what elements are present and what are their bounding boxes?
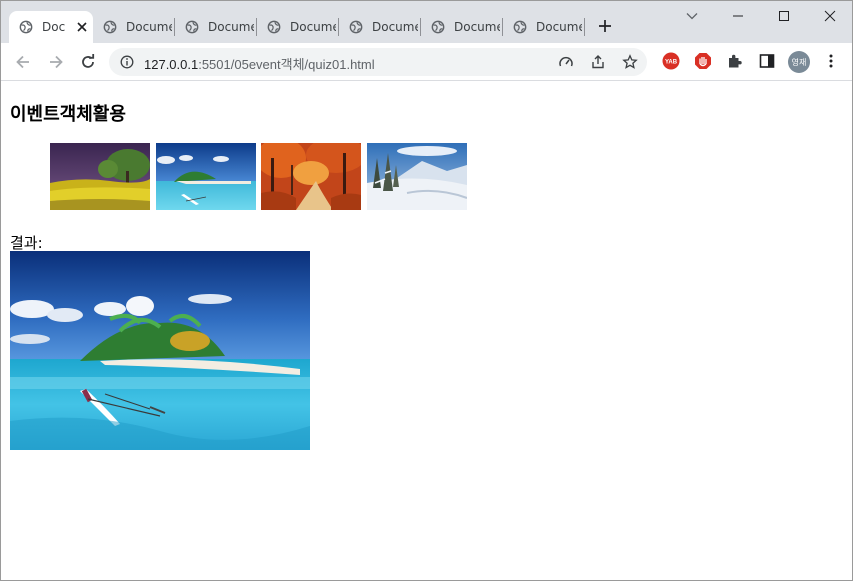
puzzle-extensions-icon[interactable] xyxy=(726,52,744,70)
tab-title: Document xyxy=(42,20,66,34)
tab[interactable]: Document xyxy=(503,11,583,43)
globe-icon xyxy=(431,20,445,34)
thumbnail-tropical-island[interactable] xyxy=(156,143,256,210)
tab-title: Document xyxy=(208,20,254,34)
globe-icon xyxy=(103,20,117,34)
tab-title: Document xyxy=(536,20,582,34)
adblock-extension-icon[interactable] xyxy=(694,52,712,70)
thumbnail-winter-snow[interactable] xyxy=(367,143,467,210)
result-label: 결과: xyxy=(10,234,43,252)
performance-gauge-icon[interactable] xyxy=(558,54,574,70)
side-panel-icon[interactable] xyxy=(758,52,776,70)
tab-title: Document xyxy=(290,20,336,34)
globe-icon xyxy=(349,20,363,34)
more-menu-icon[interactable] xyxy=(822,52,840,70)
tab-search-chevron-icon[interactable] xyxy=(685,9,699,23)
profile-avatar[interactable]: 영재 xyxy=(788,51,810,73)
field-trees-image xyxy=(50,143,150,210)
tropical-island-thumb-image xyxy=(156,143,256,210)
tab-title: Document xyxy=(126,20,172,34)
tab-title: Document xyxy=(372,20,418,34)
result-image xyxy=(10,251,310,450)
tab-strip: Document Document Document Document Docu… xyxy=(1,1,852,43)
tab[interactable]: Document xyxy=(175,11,255,43)
tab-separator xyxy=(584,18,585,36)
reload-icon[interactable] xyxy=(79,53,97,71)
tab[interactable]: Document xyxy=(421,11,501,43)
tab[interactable]: Document xyxy=(257,11,337,43)
new-tab-plus-icon[interactable] xyxy=(597,18,613,34)
page-content: 이벤트객체활용 결과: xyxy=(1,82,852,580)
tropical-island-image xyxy=(10,251,310,450)
browser-window: Document Document Document Document Docu… xyxy=(0,0,853,581)
url-text[interactable]: 127.0.0.1:5501/05event객체/quiz01.html xyxy=(144,54,375,73)
page-heading: 이벤트객체활용 xyxy=(10,104,126,125)
globe-icon xyxy=(185,20,199,34)
thumbnail-field-trees[interactable] xyxy=(50,143,150,210)
autumn-forest-image xyxy=(261,143,361,210)
forward-arrow-icon[interactable] xyxy=(47,53,65,71)
yab-extension-icon[interactable]: YAB xyxy=(662,52,680,70)
minimize-icon[interactable] xyxy=(731,9,745,23)
tab[interactable]: Document xyxy=(339,11,419,43)
close-window-icon[interactable] xyxy=(823,9,837,23)
browser-toolbar: 127.0.0.1:5501/05event객체/quiz01.html YAB… xyxy=(1,43,852,81)
globe-icon xyxy=(19,20,33,34)
url-path: :5501/05event객체/quiz01.html xyxy=(198,57,375,72)
svg-text:YAB: YAB xyxy=(665,60,678,66)
tab[interactable]: Document xyxy=(93,11,173,43)
bookmark-star-icon[interactable] xyxy=(622,54,638,70)
globe-icon xyxy=(513,20,527,34)
winter-snow-image xyxy=(367,143,467,210)
address-bar[interactable]: 127.0.0.1:5501/05event객체/quiz01.html xyxy=(109,48,647,76)
maximize-icon[interactable] xyxy=(777,9,791,23)
share-icon[interactable] xyxy=(590,54,606,70)
globe-icon xyxy=(267,20,281,34)
tab-title: Document xyxy=(454,20,500,34)
tab-active[interactable]: Document xyxy=(9,11,93,43)
site-info-icon[interactable] xyxy=(120,55,134,69)
url-host: 127.0.0.1 xyxy=(144,57,199,72)
thumbnail-autumn-forest[interactable] xyxy=(261,143,361,210)
back-arrow-icon[interactable] xyxy=(14,53,32,71)
close-icon[interactable] xyxy=(76,21,88,33)
